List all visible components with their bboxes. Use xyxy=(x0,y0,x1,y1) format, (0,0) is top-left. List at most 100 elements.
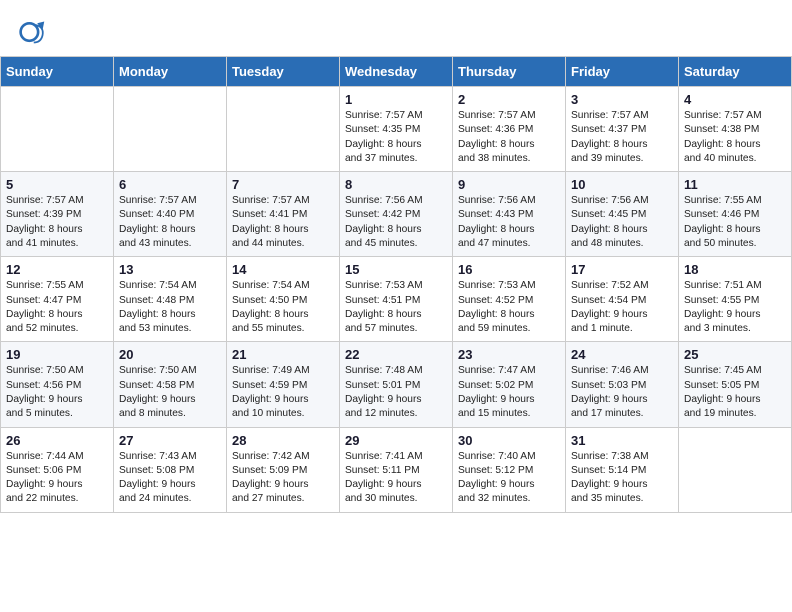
day-info: Sunrise: 7:49 AM Sunset: 4:59 PM Dayligh… xyxy=(232,364,334,421)
calendar-cell: 25 Sunrise: 7:45 AM Sunset: 5:05 PM Dayli… xyxy=(679,342,792,427)
day-info: Sunrise: 7:40 AM Sunset: 5:12 PM Dayligh… xyxy=(458,450,560,507)
day-info: Sunrise: 7:54 AM Sunset: 4:50 PM Dayligh… xyxy=(232,279,334,336)
day-number: 15 xyxy=(345,262,447,277)
day-info: Sunrise: 7:45 AM Sunset: 5:05 PM Dayligh… xyxy=(684,364,786,421)
day-info: Sunrise: 7:56 AM Sunset: 4:45 PM Dayligh… xyxy=(571,194,673,251)
calendar-cell: 17Sunrise: 7:52 AM Sunset: 4:54 PM Dayli… xyxy=(566,257,679,342)
day-number: 3 xyxy=(571,92,673,107)
calendar-week-row: 12 Sunrise: 7:55 AM Sunset: 4:47 PM Dayli… xyxy=(1,257,792,342)
day-info: Sunrise: 7:42 AM Sunset: 5:09 PM Dayligh… xyxy=(232,450,334,507)
calendar-cell: 26 Sunrise: 7:44 AM Sunset: 5:06 PM Dayli… xyxy=(1,427,114,512)
calendar-cell: 8Sunrise: 7:56 AM Sunset: 4:42 PM Daylig… xyxy=(340,172,453,257)
calendar-cell: 28 Sunrise: 7:42 AM Sunset: 5:09 PM Dayli… xyxy=(227,427,340,512)
calendar-cell: 12 Sunrise: 7:55 AM Sunset: 4:47 PM Dayli… xyxy=(1,257,114,342)
weekday-header-thursday: Thursday xyxy=(453,57,566,87)
calendar-cell: 24 Sunrise: 7:46 AM Sunset: 5:03 PM Dayli… xyxy=(566,342,679,427)
day-number: 29 xyxy=(345,433,447,448)
day-number: 22 xyxy=(345,347,447,362)
calendar-cell: 23 Sunrise: 7:47 AM Sunset: 5:02 PM Dayli… xyxy=(453,342,566,427)
day-info: Sunrise: 7:43 AM Sunset: 5:08 PM Dayligh… xyxy=(119,450,221,507)
day-info: Sunrise: 7:57 AM Sunset: 4:39 PM Dayligh… xyxy=(6,194,108,251)
calendar-cell: 18Sunrise: 7:51 AM Sunset: 4:55 PM Dayli… xyxy=(679,257,792,342)
logo-area xyxy=(18,18,48,46)
calendar-cell: 31 Sunrise: 7:38 AM Sunset: 5:14 PM Dayli… xyxy=(566,427,679,512)
day-number: 11 xyxy=(684,177,786,192)
calendar-cell: 7 Sunrise: 7:57 AM Sunset: 4:41 PM Daylig… xyxy=(227,172,340,257)
day-info: Sunrise: 7:48 AM Sunset: 5:01 PM Dayligh… xyxy=(345,364,447,421)
calendar-cell: 16Sunrise: 7:53 AM Sunset: 4:52 PM Dayli… xyxy=(453,257,566,342)
weekday-header-saturday: Saturday xyxy=(679,57,792,87)
calendar-cell: 30 Sunrise: 7:40 AM Sunset: 5:12 PM Dayli… xyxy=(453,427,566,512)
day-number: 25 xyxy=(684,347,786,362)
calendar-cell: 2 Sunrise: 7:57 AM Sunset: 4:36 PM Daylig… xyxy=(453,87,566,172)
calendar-cell: 21 Sunrise: 7:49 AM Sunset: 4:59 PM Dayli… xyxy=(227,342,340,427)
calendar-cell: 1Sunrise: 7:57 AM Sunset: 4:35 PM Daylig… xyxy=(340,87,453,172)
calendar-cell: 29 Sunrise: 7:41 AM Sunset: 5:11 PM Dayli… xyxy=(340,427,453,512)
calendar-cell: 3 Sunrise: 7:57 AM Sunset: 4:37 PM Daylig… xyxy=(566,87,679,172)
calendar-cell: 20Sunrise: 7:50 AM Sunset: 4:58 PM Dayli… xyxy=(114,342,227,427)
day-info: Sunrise: 7:57 AM Sunset: 4:36 PM Dayligh… xyxy=(458,109,560,166)
calendar-cell xyxy=(227,87,340,172)
calendar-cell: 13 Sunrise: 7:54 AM Sunset: 4:48 PM Dayli… xyxy=(114,257,227,342)
weekday-header-wednesday: Wednesday xyxy=(340,57,453,87)
day-info: Sunrise: 7:57 AM Sunset: 4:37 PM Dayligh… xyxy=(571,109,673,166)
day-number: 26 xyxy=(6,433,108,448)
calendar-cell: 15 Sunrise: 7:53 AM Sunset: 4:51 PM Dayli… xyxy=(340,257,453,342)
day-info: Sunrise: 7:57 AM Sunset: 4:40 PM Dayligh… xyxy=(119,194,221,251)
day-info: Sunrise: 7:44 AM Sunset: 5:06 PM Dayligh… xyxy=(6,450,108,507)
day-number: 23 xyxy=(458,347,560,362)
day-info: Sunrise: 7:47 AM Sunset: 5:02 PM Dayligh… xyxy=(458,364,560,421)
calendar-page: SundayMondayTuesdayWednesdayThursdayFrid… xyxy=(0,0,792,612)
day-info: Sunrise: 7:56 AM Sunset: 4:43 PM Dayligh… xyxy=(458,194,560,251)
calendar-week-row: 1Sunrise: 7:57 AM Sunset: 4:35 PM Daylig… xyxy=(1,87,792,172)
day-number: 12 xyxy=(6,262,108,277)
day-info: Sunrise: 7:57 AM Sunset: 4:41 PM Dayligh… xyxy=(232,194,334,251)
calendar-cell: 5 Sunrise: 7:57 AM Sunset: 4:39 PM Daylig… xyxy=(1,172,114,257)
day-number: 7 xyxy=(232,177,334,192)
day-info: Sunrise: 7:52 AM Sunset: 4:54 PM Dayligh… xyxy=(571,279,673,336)
day-number: 10 xyxy=(571,177,673,192)
calendar-week-row: 19 Sunrise: 7:50 AM Sunset: 4:56 PM Dayli… xyxy=(1,342,792,427)
day-info: Sunrise: 7:55 AM Sunset: 4:47 PM Dayligh… xyxy=(6,279,108,336)
weekday-header-sunday: Sunday xyxy=(1,57,114,87)
calendar-cell: 4Sunrise: 7:57 AM Sunset: 4:38 PM Daylig… xyxy=(679,87,792,172)
calendar-cell xyxy=(679,427,792,512)
day-info: Sunrise: 7:53 AM Sunset: 4:52 PM Dayligh… xyxy=(458,279,560,336)
day-number: 30 xyxy=(458,433,560,448)
day-number: 21 xyxy=(232,347,334,362)
day-number: 14 xyxy=(232,262,334,277)
day-info: Sunrise: 7:50 AM Sunset: 4:56 PM Dayligh… xyxy=(6,364,108,421)
day-info: Sunrise: 7:54 AM Sunset: 4:48 PM Dayligh… xyxy=(119,279,221,336)
day-number: 20 xyxy=(119,347,221,362)
calendar-table: SundayMondayTuesdayWednesdayThursdayFrid… xyxy=(0,56,792,513)
day-number: 19 xyxy=(6,347,108,362)
weekday-header-friday: Friday xyxy=(566,57,679,87)
day-number: 5 xyxy=(6,177,108,192)
calendar-cell: 22 Sunrise: 7:48 AM Sunset: 5:01 PM Dayli… xyxy=(340,342,453,427)
logo-icon xyxy=(18,18,46,46)
weekday-header-row: SundayMondayTuesdayWednesdayThursdayFrid… xyxy=(1,57,792,87)
day-info: Sunrise: 7:38 AM Sunset: 5:14 PM Dayligh… xyxy=(571,450,673,507)
day-number: 4 xyxy=(684,92,786,107)
day-number: 13 xyxy=(119,262,221,277)
day-number: 1 xyxy=(345,92,447,107)
day-number: 24 xyxy=(571,347,673,362)
day-info: Sunrise: 7:41 AM Sunset: 5:11 PM Dayligh… xyxy=(345,450,447,507)
day-number: 31 xyxy=(571,433,673,448)
day-info: Sunrise: 7:53 AM Sunset: 4:51 PM Dayligh… xyxy=(345,279,447,336)
calendar-cell: 19 Sunrise: 7:50 AM Sunset: 4:56 PM Dayli… xyxy=(1,342,114,427)
calendar-cell xyxy=(1,87,114,172)
day-number: 9 xyxy=(458,177,560,192)
day-number: 18 xyxy=(684,262,786,277)
calendar-cell: 27Sunrise: 7:43 AM Sunset: 5:08 PM Dayli… xyxy=(114,427,227,512)
header xyxy=(0,0,792,56)
calendar-week-row: 5 Sunrise: 7:57 AM Sunset: 4:39 PM Daylig… xyxy=(1,172,792,257)
day-number: 2 xyxy=(458,92,560,107)
calendar-cell: 9 Sunrise: 7:56 AM Sunset: 4:43 PM Daylig… xyxy=(453,172,566,257)
calendar-cell: 10 Sunrise: 7:56 AM Sunset: 4:45 PM Dayli… xyxy=(566,172,679,257)
calendar-cell: 11Sunrise: 7:55 AM Sunset: 4:46 PM Dayli… xyxy=(679,172,792,257)
day-info: Sunrise: 7:46 AM Sunset: 5:03 PM Dayligh… xyxy=(571,364,673,421)
day-number: 28 xyxy=(232,433,334,448)
calendar-cell xyxy=(114,87,227,172)
day-number: 8 xyxy=(345,177,447,192)
